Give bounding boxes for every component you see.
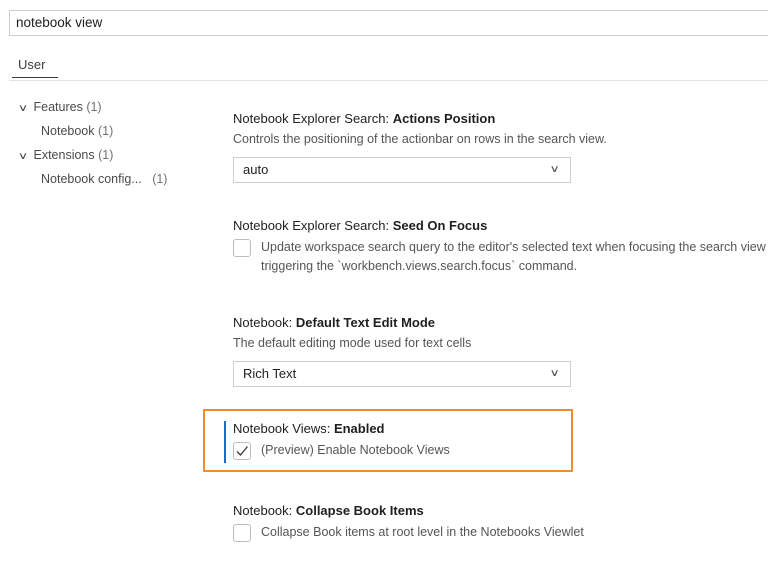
checkbox-label: (Preview) Enable Notebook Views bbox=[261, 443, 450, 457]
toc-item-features[interactable]: ∨ Features (1) bbox=[16, 98, 102, 116]
checkbox-label-cont: triggering the `workbench.views.search.f… bbox=[261, 259, 578, 273]
setting-actions-position: Notebook Explorer Search: Actions Positi… bbox=[233, 111, 607, 146]
checkbox-label: Collapse Book items at root level in the… bbox=[261, 525, 584, 539]
toc-item-extensions[interactable]: ∨ Extensions (1) bbox=[16, 146, 114, 164]
toc-item-label: Notebook bbox=[41, 124, 95, 138]
setting-category: Notebook: bbox=[233, 503, 296, 518]
toc-item-label: Extensions bbox=[33, 148, 95, 162]
toc-item-label: Features bbox=[33, 100, 83, 114]
setting-category: Notebook: bbox=[233, 315, 296, 330]
actions-position-select[interactable]: auto ∨ bbox=[233, 157, 571, 183]
setting-name: Seed On Focus bbox=[392, 218, 488, 233]
settings-search-input[interactable]: notebook view bbox=[9, 10, 768, 36]
collapse-book-items-checkbox[interactable] bbox=[233, 524, 251, 542]
chevron-down-icon: ∨ bbox=[549, 368, 560, 379]
setting-category: Notebook Explorer Search: bbox=[233, 111, 393, 126]
toc-item-count: (1) bbox=[152, 172, 168, 186]
setting-name: Default Text Edit Mode bbox=[295, 315, 436, 330]
toc-item-count: (1) bbox=[86, 100, 102, 114]
seed-on-focus-checkbox[interactable] bbox=[233, 239, 251, 257]
tab-user[interactable]: User bbox=[18, 57, 45, 72]
text-edit-mode-select[interactable]: Rich Text ∨ bbox=[233, 361, 571, 387]
setting-description: Controls the positioning of the actionba… bbox=[233, 132, 607, 146]
setting-description: The default editing mode used for text c… bbox=[233, 336, 472, 350]
toc-item-label: Notebook config... bbox=[41, 172, 142, 186]
setting-collapse-book-items: Notebook: Collapse Book Items bbox=[233, 503, 424, 518]
toc-item-count: (1) bbox=[98, 148, 114, 162]
tab-active-indicator bbox=[12, 77, 58, 78]
setting-title: Notebook: Default Text Edit Mode bbox=[233, 315, 471, 330]
select-value: auto bbox=[243, 162, 269, 177]
toc-item-notebook[interactable]: Notebook (1) bbox=[41, 122, 113, 140]
setting-category: Notebook Views: bbox=[233, 421, 334, 436]
setting-seed-on-focus: Notebook Explorer Search: Seed On Focus bbox=[233, 218, 487, 233]
setting-notebook-views-enabled: Notebook Views: Enabled bbox=[233, 421, 385, 436]
setting-name: Enabled bbox=[333, 421, 385, 436]
chevron-down-icon: ∨ bbox=[549, 164, 560, 175]
setting-default-text-edit-mode: Notebook: Default Text Edit Mode The def… bbox=[233, 315, 471, 350]
checkbox-label: Update workspace search query to the edi… bbox=[261, 240, 766, 254]
setting-title: Notebook Explorer Search: Seed On Focus bbox=[233, 218, 487, 233]
checkmark-icon bbox=[236, 446, 249, 456]
setting-title: Notebook Explorer Search: Actions Positi… bbox=[233, 111, 607, 126]
toc-item-count: (1) bbox=[98, 124, 114, 138]
chevron-down-icon: ∨ bbox=[17, 151, 29, 162]
notebook-views-enabled-checkbox[interactable] bbox=[233, 442, 251, 460]
focus-indicator bbox=[224, 421, 226, 463]
setting-title: Notebook Views: Enabled bbox=[233, 421, 385, 436]
setting-name: Actions Position bbox=[392, 111, 496, 126]
tab-divider bbox=[9, 80, 768, 81]
toc-item-notebook-config[interactable]: Notebook config... (1) bbox=[41, 170, 167, 188]
setting-category: Notebook Explorer Search: bbox=[233, 218, 393, 233]
chevron-down-icon: ∨ bbox=[17, 103, 29, 114]
setting-name: Collapse Book Items bbox=[295, 503, 424, 518]
setting-title: Notebook: Collapse Book Items bbox=[233, 503, 424, 518]
select-value: Rich Text bbox=[243, 366, 297, 381]
